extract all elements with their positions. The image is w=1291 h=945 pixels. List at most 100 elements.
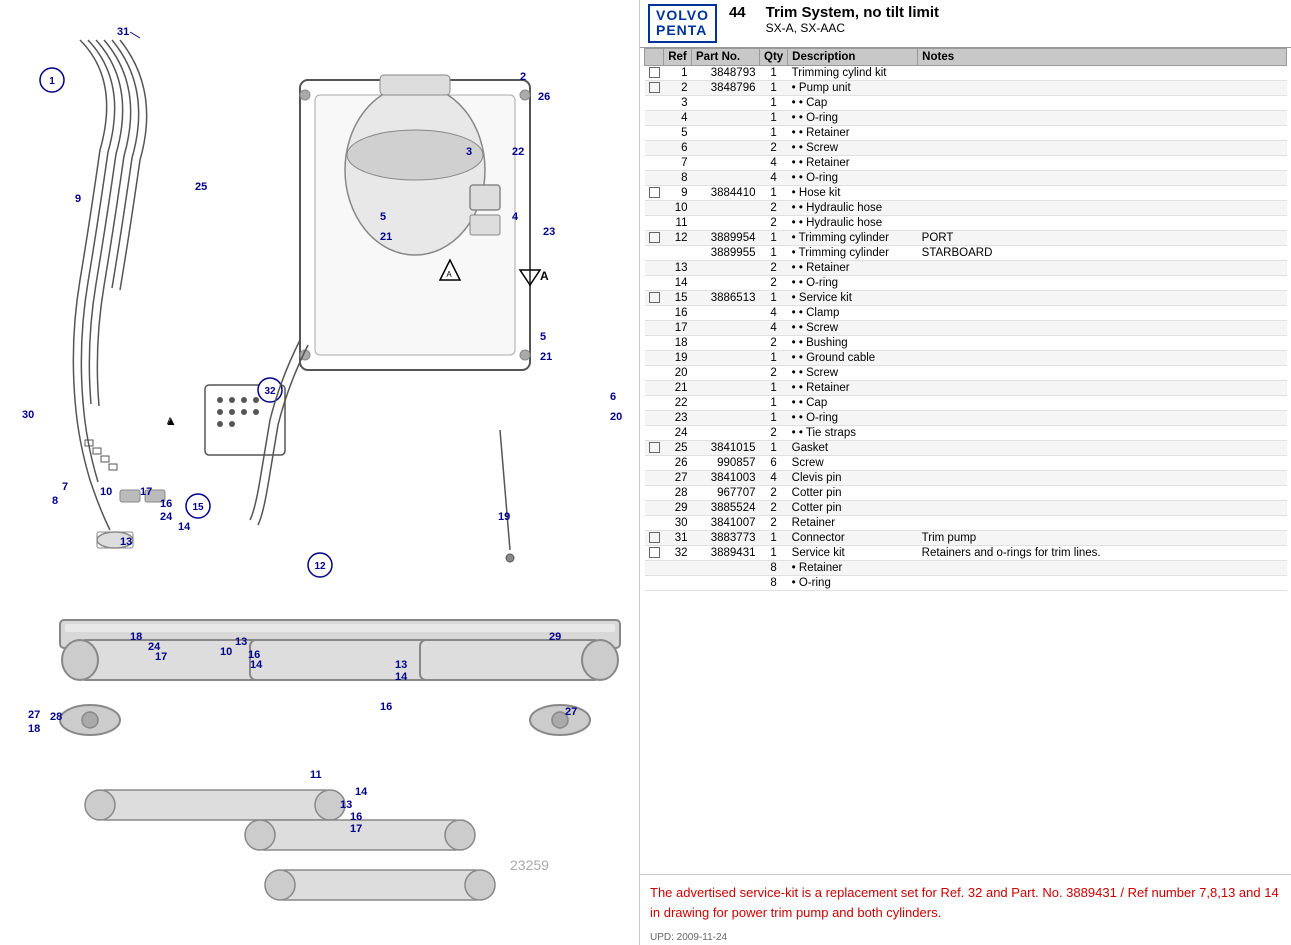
svg-text:16: 16 (160, 498, 172, 510)
table-row: 2538410151Gasket (645, 440, 1287, 455)
notes-cell (918, 515, 1287, 530)
qty-cell: 1 (760, 545, 788, 560)
svg-text:16: 16 (350, 811, 362, 823)
desc-cell: Clevis pin (788, 470, 918, 485)
svg-text:10: 10 (100, 486, 112, 498)
ref-cell: 23 (664, 410, 692, 425)
partno-cell (692, 155, 760, 170)
qty-cell: 4 (760, 320, 788, 335)
partno-cell (692, 425, 760, 440)
desc-cell: • • Retainer (788, 260, 918, 275)
partno-cell (692, 335, 760, 350)
ref-cell: 22 (664, 395, 692, 410)
ref-cell: 25 (664, 440, 692, 455)
table-row: 211• • Retainer (645, 380, 1287, 395)
svg-text:24: 24 (160, 511, 173, 523)
checkbox[interactable] (649, 292, 660, 303)
table-row: 191• • Ground cable (645, 350, 1287, 365)
partno-cell: 990857 (692, 455, 760, 470)
qty-cell: 2 (760, 335, 788, 350)
qty-cell: 2 (760, 500, 788, 515)
partno-cell (692, 275, 760, 290)
qty-cell: 1 (760, 380, 788, 395)
qty-cell: 1 (760, 530, 788, 545)
checkbox[interactable] (649, 442, 660, 453)
checkbox-cell (645, 95, 664, 110)
checkbox-cell[interactable] (645, 65, 664, 80)
qty-cell: 1 (760, 185, 788, 200)
desc-cell: • • Retainer (788, 380, 918, 395)
svg-text:17: 17 (350, 823, 362, 835)
ref-cell: 4 (664, 110, 692, 125)
partno-cell: 3848796 (692, 80, 760, 95)
ref-cell: 27 (664, 470, 692, 485)
qty-cell: 1 (760, 410, 788, 425)
checkbox[interactable] (649, 67, 660, 78)
checkbox-cell (645, 350, 664, 365)
desc-cell: • Retainer (788, 560, 918, 575)
svg-text:3: 3 (466, 146, 472, 158)
qty-cell: 8 (760, 575, 788, 590)
checkbox-cell (645, 140, 664, 155)
notes-cell: PORT (918, 230, 1287, 245)
ref-cell (664, 575, 692, 590)
partno-cell: 3884410 (692, 185, 760, 200)
table-row: 1538865131• Service kit (645, 290, 1287, 305)
partno-cell (692, 380, 760, 395)
ref-cell: 29 (664, 500, 692, 515)
notes-cell (918, 470, 1287, 485)
notes-cell (918, 140, 1287, 155)
desc-cell: • • Ground cable (788, 350, 918, 365)
logo-penta: PENTA (656, 23, 709, 38)
checkbox-cell (645, 515, 664, 530)
checkbox-cell (645, 260, 664, 275)
main-title: Trim System, no tilt limit (766, 4, 939, 21)
notes-cell (918, 365, 1287, 380)
svg-text:26: 26 (538, 91, 550, 103)
checkbox-cell (645, 455, 664, 470)
svg-text:2: 2 (520, 71, 526, 83)
table-row: 202• • Screw (645, 365, 1287, 380)
desc-cell: • • Screw (788, 320, 918, 335)
checkbox-cell (645, 500, 664, 515)
svg-text:19: 19 (498, 511, 510, 523)
col-notes: Notes (918, 48, 1287, 65)
parts-table-container[interactable]: Ref Part No. Qty Description Notes 13848… (640, 48, 1291, 874)
desc-cell: • Trimming cylinder (788, 245, 918, 260)
checkbox-cell (645, 320, 664, 335)
checkbox-cell[interactable] (645, 80, 664, 95)
checkbox-cell[interactable] (645, 290, 664, 305)
partno-cell (692, 110, 760, 125)
notes-cell (918, 440, 1287, 455)
partno-cell: 3885524 (692, 500, 760, 515)
checkbox[interactable] (649, 82, 660, 93)
checkbox-cell[interactable] (645, 185, 664, 200)
desc-cell: • • Screw (788, 140, 918, 155)
checkbox[interactable] (649, 547, 660, 558)
checkbox-cell[interactable] (645, 545, 664, 560)
checkbox-cell[interactable] (645, 440, 664, 455)
checkbox[interactable] (649, 532, 660, 543)
partno-cell: 3841007 (692, 515, 760, 530)
checkbox[interactable] (649, 232, 660, 243)
svg-text:14: 14 (250, 659, 263, 671)
desc-cell: • • Tie straps (788, 425, 918, 440)
checkbox-cell[interactable] (645, 530, 664, 545)
notes-cell (918, 275, 1287, 290)
checkbox[interactable] (649, 187, 660, 198)
svg-text:A: A (540, 269, 549, 283)
ref-cell: 14 (664, 275, 692, 290)
ref-cell: 13 (664, 260, 692, 275)
svg-text:23: 23 (543, 226, 555, 238)
qty-cell: 4 (760, 155, 788, 170)
qty-cell: 1 (760, 290, 788, 305)
qty-cell: 1 (760, 245, 788, 260)
checkbox-cell (645, 575, 664, 590)
parts-header: VOLVO PENTA 44 Trim System, no tilt limi… (640, 0, 1291, 48)
ref-cell: 16 (664, 305, 692, 320)
svg-text:18: 18 (28, 723, 40, 735)
notes-cell: Retainers and o-rings for trim lines. (918, 545, 1287, 560)
checkbox-cell (645, 410, 664, 425)
table-row: 102• • Hydraulic hose (645, 200, 1287, 215)
checkbox-cell[interactable] (645, 230, 664, 245)
